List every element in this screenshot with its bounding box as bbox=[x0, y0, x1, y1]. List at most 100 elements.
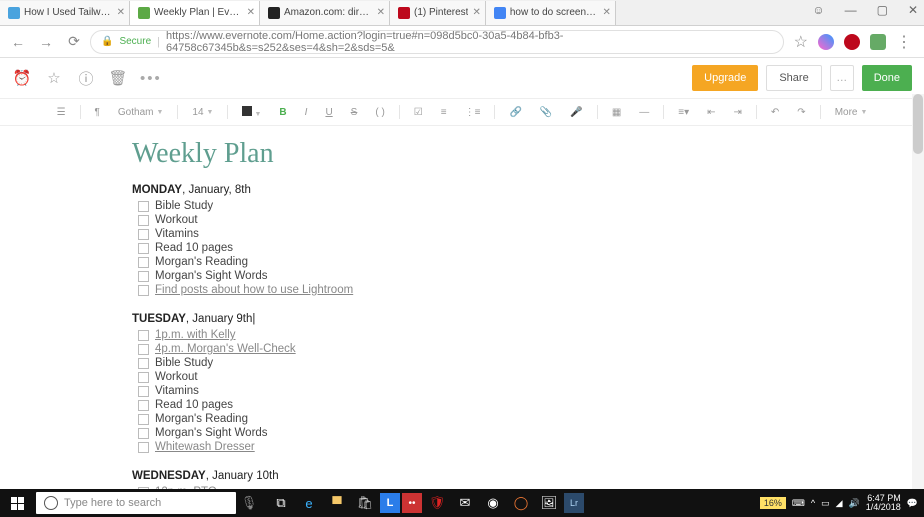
checkbox[interactable] bbox=[138, 229, 149, 240]
color-picker[interactable]: ▼ bbox=[238, 106, 265, 119]
more-actions-icon[interactable]: ••• bbox=[140, 70, 160, 87]
task-row[interactable]: Morgan's Reading bbox=[138, 412, 792, 426]
evernote-ext-icon[interactable] bbox=[870, 34, 886, 50]
store-icon[interactable]: 🛍 bbox=[352, 489, 378, 517]
checkbox[interactable] bbox=[138, 400, 149, 411]
app-icon-red[interactable]: •• bbox=[402, 493, 422, 513]
bold-button[interactable]: B bbox=[275, 107, 290, 118]
app-icon-l[interactable]: L bbox=[380, 493, 400, 513]
checkbox[interactable] bbox=[138, 442, 149, 453]
start-button[interactable] bbox=[0, 489, 34, 517]
input-icon[interactable]: ⌨ bbox=[792, 498, 805, 509]
checkbox[interactable] bbox=[138, 330, 149, 341]
task-row[interactable]: Workout bbox=[138, 213, 792, 227]
task-text[interactable]: Bible Study bbox=[155, 200, 213, 212]
battery-icon[interactable]: ▭ bbox=[821, 498, 830, 509]
task-text[interactable]: Morgan's Reading bbox=[155, 413, 248, 425]
tab-close-icon[interactable]: ✕ bbox=[602, 7, 610, 18]
mcafee-icon[interactable]: 🛡 bbox=[424, 489, 450, 517]
lightroom-icon[interactable]: Lr bbox=[564, 493, 584, 513]
task-row[interactable]: Find posts about how to use Lightroom bbox=[138, 283, 792, 297]
browser-tab[interactable]: How I Used Tailwind to S✕ bbox=[0, 1, 130, 25]
outdent-icon[interactable]: ☰ bbox=[53, 107, 70, 118]
volume-icon[interactable]: 🔊 bbox=[849, 498, 860, 509]
attach-icon[interactable]: 📎 bbox=[536, 107, 556, 118]
checkbox[interactable] bbox=[138, 344, 149, 355]
more-format-select[interactable]: More▼ bbox=[831, 107, 872, 118]
task-row[interactable]: Bible Study bbox=[138, 356, 792, 370]
checkbox[interactable] bbox=[138, 215, 149, 226]
task-text[interactable]: 1p.m. with Kelly bbox=[155, 329, 236, 341]
scroll-thumb[interactable] bbox=[913, 94, 923, 154]
task-text[interactable]: Workout bbox=[155, 214, 198, 226]
task-text[interactable]: Read 10 pages bbox=[155, 242, 233, 254]
italic-button[interactable]: I bbox=[301, 107, 312, 118]
checkbox[interactable] bbox=[138, 372, 149, 383]
mic-icon[interactable]: 🎙 bbox=[236, 489, 262, 517]
hr-icon[interactable]: — bbox=[635, 107, 653, 118]
share-options-button[interactable]: … bbox=[830, 65, 854, 91]
wifi-icon[interactable]: ◢ bbox=[836, 498, 843, 509]
task-text[interactable]: Morgan's Sight Words bbox=[155, 427, 268, 439]
favorite-icon[interactable]: ☆ bbox=[44, 69, 64, 87]
chrome-menu-icon[interactable]: ⋮ bbox=[896, 32, 912, 52]
checklist-icon[interactable]: ☑ bbox=[410, 107, 427, 118]
link-icon[interactable]: 🔗 bbox=[505, 107, 525, 118]
checkbox[interactable] bbox=[138, 414, 149, 425]
font-select[interactable]: Gotham▼ bbox=[114, 107, 168, 118]
task-row[interactable]: Vitamins bbox=[138, 227, 792, 241]
table-icon[interactable]: ▦ bbox=[608, 107, 625, 118]
task-row[interactable]: Workout bbox=[138, 370, 792, 384]
task-text[interactable]: Find posts about how to use Lightroom bbox=[155, 284, 353, 296]
align-icon[interactable]: ≡▾ bbox=[674, 107, 693, 118]
checkbox[interactable] bbox=[138, 243, 149, 254]
task-row[interactable]: 1p.m. with Kelly bbox=[138, 328, 792, 342]
browser-tab[interactable]: (1) Pinterest✕ bbox=[390, 1, 486, 25]
task-text[interactable]: Morgan's Sight Words bbox=[155, 270, 268, 282]
task-row[interactable]: Bible Study bbox=[138, 199, 792, 213]
task-text[interactable]: Morgan's Reading bbox=[155, 256, 248, 268]
tab-close-icon[interactable]: ✕ bbox=[247, 7, 255, 18]
day-heading[interactable]: MONDAY, January, 8th bbox=[132, 184, 792, 196]
notifications-icon[interactable]: 💬 bbox=[907, 498, 918, 509]
info-icon[interactable]: ⓘ bbox=[76, 68, 96, 89]
redo-icon[interactable]: ↷ bbox=[793, 107, 809, 118]
bookmark-star-icon[interactable]: ☆ bbox=[794, 32, 808, 52]
checkbox[interactable] bbox=[138, 257, 149, 268]
forward-button[interactable]: → bbox=[34, 30, 58, 54]
checkbox[interactable] bbox=[138, 428, 149, 439]
task-text[interactable]: Bible Study bbox=[155, 357, 213, 369]
reload-button[interactable]: ⟳ bbox=[62, 30, 86, 54]
close-window-button[interactable]: ✕ bbox=[908, 3, 918, 17]
audio-icon[interactable]: 🎤 bbox=[566, 107, 586, 118]
day-heading[interactable]: TUESDAY, January 9th| bbox=[132, 313, 792, 325]
task-text[interactable]: Workout bbox=[155, 371, 198, 383]
taskbar-search[interactable]: Type here to search bbox=[36, 492, 236, 514]
tab-close-icon[interactable]: ✕ bbox=[117, 7, 125, 18]
trash-icon[interactable]: 🗑 bbox=[108, 69, 128, 87]
task-row[interactable]: Vitamins bbox=[138, 384, 792, 398]
task-text[interactable]: Vitamins bbox=[155, 385, 199, 397]
tab-close-icon[interactable]: ✕ bbox=[377, 7, 385, 18]
user-icon[interactable]: ☺ bbox=[812, 3, 824, 17]
upgrade-button[interactable]: Upgrade bbox=[692, 65, 758, 91]
maximize-button[interactable]: ▢ bbox=[877, 3, 888, 17]
extension-icon-1[interactable] bbox=[818, 34, 834, 50]
indent-left-icon[interactable]: ⇤ bbox=[703, 107, 719, 118]
explorer-icon[interactable]: ▀ bbox=[324, 489, 350, 517]
browser-tab[interactable]: Amazon.com: direct tv no✕ bbox=[260, 1, 390, 25]
pinterest-ext-icon[interactable] bbox=[844, 34, 860, 50]
checkbox[interactable] bbox=[138, 285, 149, 296]
checkbox[interactable] bbox=[138, 201, 149, 212]
chrome-icon[interactable]: ◉ bbox=[480, 489, 506, 517]
task-row[interactable]: Whitewash Dresser bbox=[138, 440, 792, 454]
checkbox[interactable] bbox=[138, 271, 149, 282]
tray-chevron-icon[interactable]: ^ bbox=[811, 498, 815, 508]
app-icon-circle[interactable]: ◯ bbox=[508, 489, 534, 517]
task-row[interactable]: Read 10 pages bbox=[138, 398, 792, 412]
back-button[interactable]: ← bbox=[6, 30, 30, 54]
share-button[interactable]: Share bbox=[766, 65, 821, 91]
task-text[interactable]: Read 10 pages bbox=[155, 399, 233, 411]
code-button[interactable]: ( ) bbox=[371, 107, 388, 118]
day-heading[interactable]: WEDNESDAY, January 10th bbox=[132, 470, 792, 482]
